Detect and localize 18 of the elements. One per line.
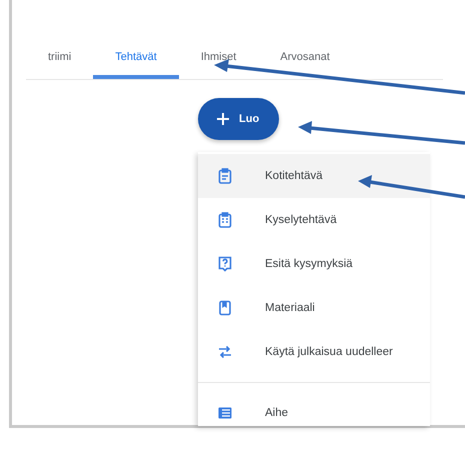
repeat-icon: [217, 344, 233, 360]
list-icon: [217, 405, 233, 421]
tab[interactable]: triimi: [26, 38, 94, 79]
tab[interactable]: Tehtävät: [93, 38, 179, 79]
menu-item[interactable]: Kyselytehtävä: [198, 198, 430, 242]
document-icon: [217, 300, 233, 316]
menu-item[interactable]: Kotitehtävä: [198, 154, 430, 198]
menu-item[interactable]: Materiaali: [198, 286, 430, 330]
question-icon: [217, 256, 233, 272]
tab[interactable]: Arvosanat: [258, 38, 352, 79]
create-button[interactable]: Luo: [198, 98, 280, 140]
menu-item[interactable]: Esitä kysymyksiä: [198, 242, 430, 286]
clipboard-list-icon: [217, 212, 233, 228]
menu-item[interactable]: Käytä julkaisua uudelleer: [198, 330, 430, 374]
plus-icon: [216, 112, 230, 126]
clipboard-icon: [217, 168, 233, 184]
menu-item[interactable]: Aihe: [198, 391, 430, 426]
tab[interactable]: Ihmiset: [178, 38, 258, 79]
